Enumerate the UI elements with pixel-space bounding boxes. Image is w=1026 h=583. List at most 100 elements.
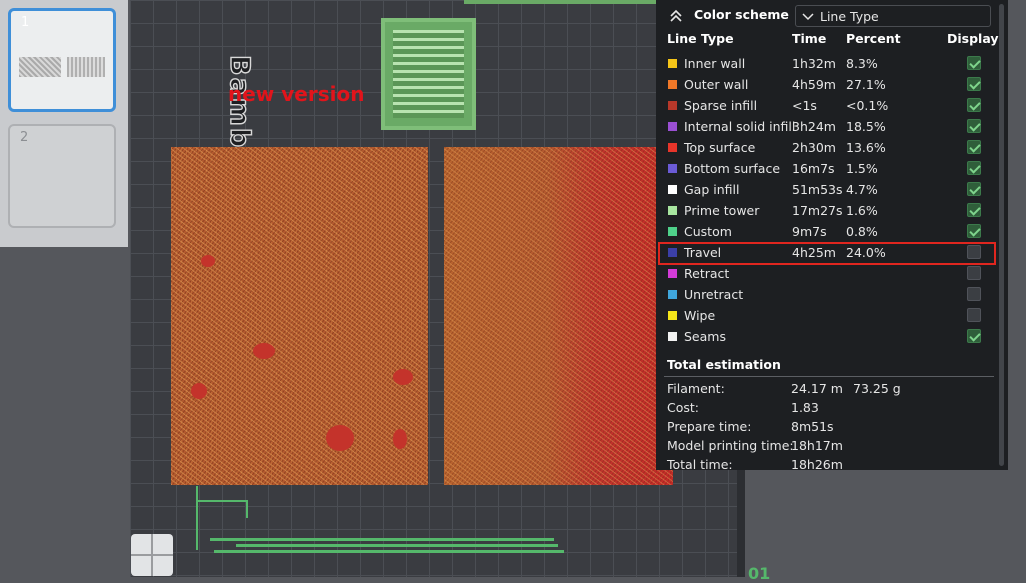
color-swatch bbox=[668, 332, 677, 341]
color-swatch bbox=[668, 143, 677, 152]
legend-time: 9m7s bbox=[792, 224, 827, 239]
legend-name: Bottom surface bbox=[684, 161, 781, 176]
legend-row-sparse-infill[interactable]: Sparse infill <1s <0.1% bbox=[656, 96, 1001, 117]
legend-row-wipe[interactable]: Wipe bbox=[656, 306, 1001, 327]
display-checkbox[interactable] bbox=[967, 140, 981, 154]
legend-table-header: Line Type Time Percent Display bbox=[656, 31, 1001, 51]
legend-percent: 13.6% bbox=[846, 140, 886, 155]
layer-indicator: 01 bbox=[748, 564, 771, 583]
display-checkbox[interactable] bbox=[967, 77, 981, 91]
annotation-text: new version bbox=[228, 82, 365, 106]
estimation-row-model-time: Model printing time: 18h17m bbox=[667, 438, 997, 457]
color-swatch bbox=[668, 248, 677, 257]
legend-time: <1s bbox=[792, 98, 817, 113]
plate-skirt-lines bbox=[196, 486, 566, 564]
legend-row-top-surface[interactable]: Top surface 2h30m 13.6% bbox=[656, 138, 1001, 159]
legend-name: Custom bbox=[684, 224, 732, 239]
column-header-percent: Percent bbox=[846, 31, 901, 46]
surface-blob bbox=[201, 255, 215, 267]
display-checkbox[interactable] bbox=[967, 119, 981, 133]
legend-time: 51m53s bbox=[792, 182, 843, 197]
color-swatch bbox=[668, 290, 677, 299]
thumbnail-model-left bbox=[19, 57, 61, 77]
display-checkbox[interactable] bbox=[967, 329, 981, 343]
plate-edge-line bbox=[464, 0, 664, 4]
legend-row-prime-tower[interactable]: Prime tower 17m27s 1.6% bbox=[656, 201, 1001, 222]
legend-row-internal-solid-infill[interactable]: Internal solid infill 3h24m 18.5% bbox=[656, 117, 1001, 138]
legend-row-custom[interactable]: Custom 9m7s 0.8% bbox=[656, 222, 1001, 243]
legend-name: Top surface bbox=[684, 140, 756, 155]
display-checkbox[interactable] bbox=[967, 224, 981, 238]
legend-name: Internal solid infill bbox=[684, 119, 796, 134]
display-checkbox[interactable] bbox=[967, 161, 981, 175]
orientation-cube-icon[interactable] bbox=[131, 534, 173, 576]
thumbnail-model-right bbox=[67, 57, 105, 77]
color-scheme-dropdown[interactable]: Line Type bbox=[795, 5, 991, 27]
surface-blob bbox=[253, 343, 275, 359]
color-scheme-value: Line Type bbox=[820, 9, 879, 24]
estimation-value: 24.17 m bbox=[791, 381, 843, 396]
plate-thumbnail-number: 1 bbox=[21, 15, 30, 30]
legend-row-outer-wall[interactable]: Outer wall 4h59m 27.1% bbox=[656, 75, 1001, 96]
legend-percent: 1.5% bbox=[846, 161, 878, 176]
legend-percent: 8.3% bbox=[846, 56, 878, 71]
legend-name: Sparse infill bbox=[684, 98, 758, 113]
color-swatch bbox=[668, 185, 677, 194]
legend-time: 3h24m bbox=[792, 119, 836, 134]
plate-thumbnail-2[interactable]: 2 bbox=[8, 124, 116, 228]
total-estimation-title: Total estimation bbox=[667, 357, 781, 372]
display-checkbox[interactable] bbox=[967, 182, 981, 196]
display-checkbox[interactable] bbox=[967, 98, 981, 112]
legend-row-gap-infill[interactable]: Gap infill 51m53s 4.7% bbox=[656, 180, 1001, 201]
estimation-row-filament: Filament: 24.17 m 73.25 g bbox=[667, 381, 997, 400]
surface-blob bbox=[326, 425, 354, 451]
legend-row-travel[interactable]: Travel 4h25m 24.0% bbox=[658, 242, 996, 265]
legend-row-seams[interactable]: Seams bbox=[656, 327, 1001, 348]
display-checkbox[interactable] bbox=[967, 266, 981, 280]
display-checkbox[interactable] bbox=[967, 245, 981, 259]
estimation-row-prepare: Prepare time: 8m51s bbox=[667, 419, 997, 438]
legend-row-retract[interactable]: Retract bbox=[656, 264, 1001, 285]
legend-name: Gap infill bbox=[684, 182, 740, 197]
legend-row-unretract[interactable]: Unretract bbox=[656, 285, 1001, 306]
estimation-label: Model printing time: bbox=[667, 438, 794, 453]
sliced-model-left[interactable] bbox=[171, 147, 428, 485]
legend-row-inner-wall[interactable]: Inner wall 1h32m 8.3% bbox=[656, 54, 1001, 75]
color-scheme-header: Color scheme Line Type bbox=[666, 5, 996, 28]
estimation-value: 18h26m bbox=[791, 457, 843, 472]
legend-name: Inner wall bbox=[684, 56, 746, 71]
legend-name: Wipe bbox=[684, 308, 716, 323]
color-swatch bbox=[668, 101, 677, 110]
display-checkbox[interactable] bbox=[967, 203, 981, 217]
color-swatch bbox=[668, 164, 677, 173]
legend-name: Prime tower bbox=[684, 203, 760, 218]
plate-thumbnail-number: 2 bbox=[20, 130, 29, 145]
column-header-display: Display bbox=[947, 31, 999, 46]
display-checkbox[interactable] bbox=[967, 56, 981, 70]
plate-thumbnail-1[interactable]: 1 bbox=[8, 8, 116, 112]
estimation-label: Prepare time: bbox=[667, 419, 752, 434]
color-scheme-label: Color scheme bbox=[694, 7, 789, 22]
estimation-value: 18h17m bbox=[791, 438, 843, 453]
column-header-line-type: Line Type bbox=[667, 31, 734, 46]
surface-blob bbox=[191, 383, 207, 399]
legend-row-bottom-surface[interactable]: Bottom surface 16m7s 1.5% bbox=[656, 159, 1001, 180]
estimation-value: 1.83 bbox=[791, 400, 819, 415]
prime-tower-object[interactable] bbox=[381, 18, 476, 130]
estimation-value: 8m51s bbox=[791, 419, 834, 434]
plate-thumbnail-list: 1 2 bbox=[0, 0, 128, 247]
legend-time: 17m27s bbox=[792, 203, 843, 218]
gcode-legend-panel: Color scheme Line Type Line Type Time Pe… bbox=[656, 0, 1008, 472]
surface-blob bbox=[393, 369, 413, 385]
column-header-time: Time bbox=[792, 31, 827, 46]
legend-name: Unretract bbox=[684, 287, 744, 302]
legend-time: 4h25m bbox=[792, 245, 836, 260]
sliced-model-right[interactable] bbox=[444, 147, 673, 485]
display-checkbox[interactable] bbox=[967, 308, 981, 322]
surface-blob bbox=[393, 429, 407, 449]
double-chevron-up-icon[interactable] bbox=[668, 8, 684, 24]
legend-time: 16m7s bbox=[792, 161, 835, 176]
divider bbox=[664, 376, 994, 377]
display-checkbox[interactable] bbox=[967, 287, 981, 301]
legend-percent: 4.7% bbox=[846, 182, 878, 197]
